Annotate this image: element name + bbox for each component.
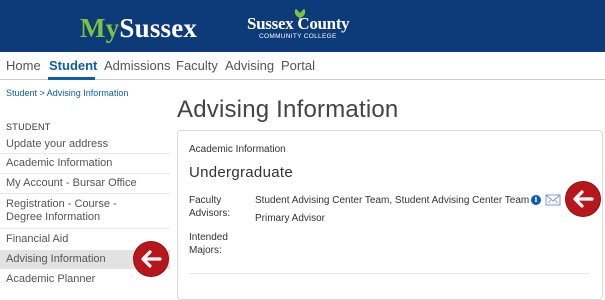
mysussex-logo[interactable]: MySussex [80,13,197,44]
faculty-advisors-value: Student Advising Center Team, Student Ad… [255,195,530,206]
sidebar-item-update-address[interactable]: Update your address [0,137,170,153]
intended-majors-label: Intended Majors: [189,232,228,256]
nav-student[interactable]: Student [49,58,97,73]
left-arrow-icon [566,182,600,216]
sidebar-item-academic-planner[interactable]: Academic Planner [0,273,170,289]
faculty-advisor-role: Primary Advisor [255,213,326,224]
info-icon[interactable]: i [531,195,541,205]
active-tab-underline [48,77,95,80]
sidebar-divider [0,173,170,174]
top-header: MySussex Sussex County COMMUNITY COLLEGE [0,0,605,52]
page-title: Advising Information [177,96,399,123]
sidebar-item-bursar-office[interactable]: My Account - Bursar Office [0,177,170,193]
nav-admissions[interactable]: Admissions [104,58,170,73]
college-name: Sussex County [247,14,350,33]
college-subtitle: COMMUNITY COLLEGE [259,33,337,40]
email-icon[interactable] [545,194,561,206]
card-divider [189,273,589,274]
left-arrow-icon [134,242,168,276]
sidebar-divider [0,153,170,154]
sidebar-item-registration[interactable]: Registration - Course - Degree Informati… [0,198,150,226]
sidebar-heading: STUDENT [6,122,51,132]
nav-advising[interactable]: Advising [225,58,274,73]
sidebar-item-academic-information[interactable]: Academic Information [0,157,170,173]
breadcrumb[interactable]: Student > Advising Information [6,88,128,98]
academic-information-card: Academic Information Undergraduate Facul… [177,130,603,300]
brand-my: My [80,13,120,43]
main-nav: Home Student Admissions Faculty Advising… [0,52,605,80]
sidebar-divider [0,228,170,229]
brand-sussex: Sussex [119,13,198,43]
nav-faculty[interactable]: Faculty [176,58,218,73]
sidebar-divider [0,193,170,194]
card-heading: Academic Information [189,144,286,155]
academic-level: Undergraduate [189,164,293,181]
faculty-advisors-label: Faculty Advisors: [189,195,231,219]
nav-home[interactable]: Home [6,58,41,73]
nav-portal[interactable]: Portal [281,58,315,73]
college-logo[interactable]: Sussex County COMMUNITY COLLEGE [247,9,357,45]
